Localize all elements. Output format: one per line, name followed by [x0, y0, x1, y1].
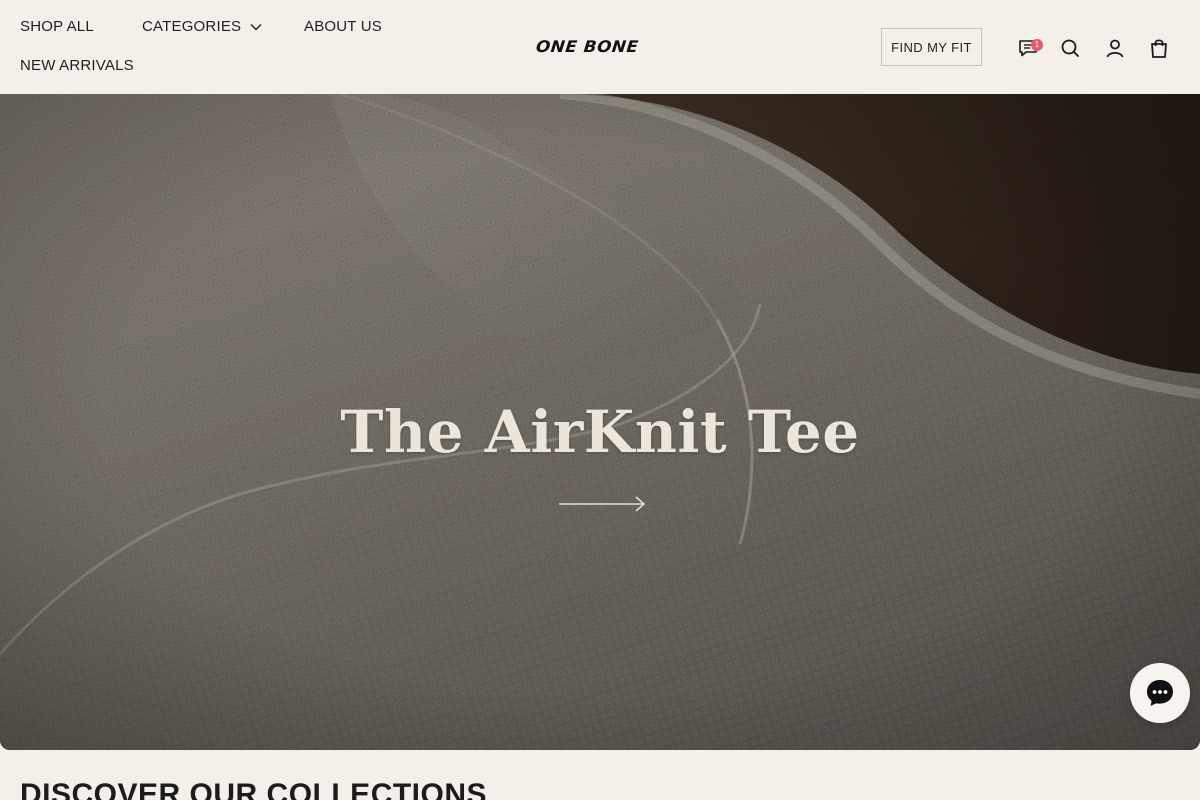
brand-logo[interactable]: ONE BONE: [535, 37, 674, 57]
search-icon[interactable]: [1058, 36, 1082, 60]
site-header: SHOP ALL CATEGORIES ABOUT US NEW ARRIVAL…: [0, 0, 1200, 94]
nav-categories[interactable]: CATEGORIES: [142, 18, 263, 35]
find-my-fit-button[interactable]: FIND MY FIT: [881, 28, 982, 66]
chat-bubble-icon: [1147, 680, 1173, 706]
nav-shop-all[interactable]: SHOP ALL: [20, 18, 94, 35]
account-icon[interactable]: [1103, 36, 1127, 60]
collections-heading: DISCOVER OUR COLLECTIONS: [20, 778, 488, 800]
bag-icon[interactable]: [1147, 36, 1171, 60]
nav-about-us[interactable]: ABOUT US: [304, 18, 382, 35]
arrow-right-icon[interactable]: [556, 492, 648, 516]
live-chat-button[interactable]: [1130, 663, 1190, 723]
hero-banner[interactable]: The AirKnit Tee: [0, 94, 1200, 750]
chat-badge: 1: [1031, 39, 1043, 51]
chevron-down-icon: [250, 23, 262, 30]
nav-new-arrivals[interactable]: NEW ARRIVALS: [20, 57, 134, 74]
hero-title: The AirKnit Tee: [340, 398, 860, 466]
nav-categories-label: CATEGORIES: [142, 18, 242, 35]
